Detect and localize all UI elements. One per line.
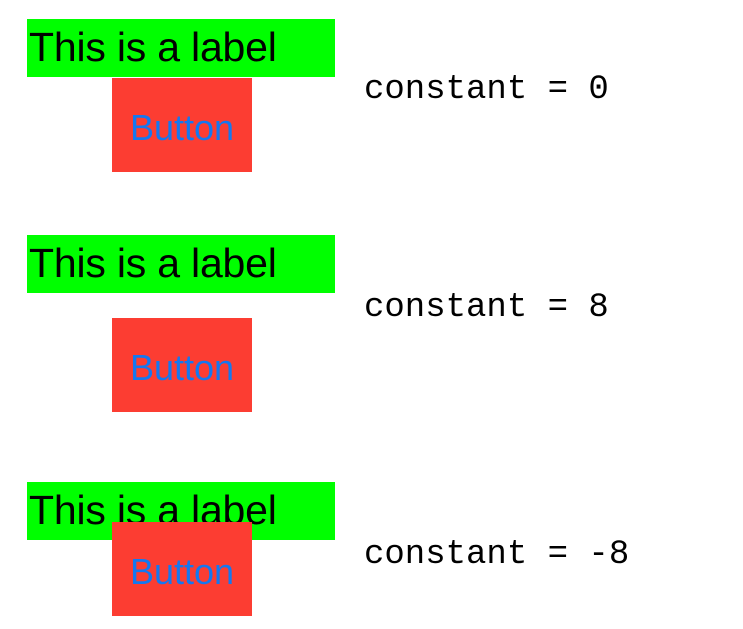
constraint-demo-group: This is a label Button constant = 8: [0, 216, 743, 426]
green-label-text: This is a label: [29, 240, 277, 286]
constraint-demo-group: This is a label Button constant = 0: [0, 0, 743, 200]
constant-caption: constant = -8: [364, 536, 630, 574]
red-button-label: Button: [129, 551, 235, 592]
constant-caption: constant = 0: [364, 71, 609, 109]
constraint-demo-group: This is a label Button constant = -8: [0, 463, 743, 629]
green-label-text: This is a label: [29, 24, 277, 70]
red-button[interactable]: Button: [112, 318, 252, 412]
demo-canvas: This is a label Button constant = 0 This…: [0, 0, 743, 629]
constant-caption: constant = 8: [364, 289, 609, 327]
red-button[interactable]: Button: [112, 78, 252, 172]
green-label: This is a label: [27, 235, 335, 293]
red-button-label: Button: [129, 347, 235, 388]
red-button-label: Button: [129, 107, 235, 148]
red-button[interactable]: Button: [112, 522, 252, 616]
green-label: This is a label: [27, 19, 335, 77]
